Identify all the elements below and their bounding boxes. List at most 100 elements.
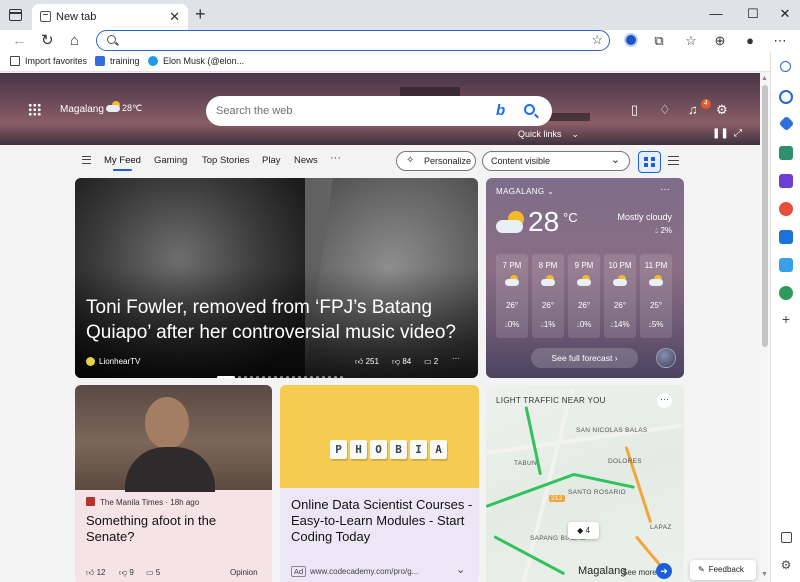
content-visibility-select[interactable]: Content visible ⌄ (482, 151, 630, 171)
quick-links-toggle[interactable]: Quick links ⌄ (518, 129, 579, 140)
tab-gaming[interactable]: Gaming (154, 155, 187, 166)
bing-chat-icon[interactable] (779, 90, 793, 104)
feedback-button[interactable]: ✎ Feedback (690, 560, 756, 580)
carousel-dot[interactable] (340, 376, 343, 378)
hero-location[interactable]: Magalang (60, 104, 104, 115)
add-favorite-icon[interactable]: ☆ (591, 32, 603, 48)
send-icon[interactable] (779, 258, 793, 272)
shopping-icon[interactable] (778, 115, 795, 132)
minimize-button[interactable]: — (708, 6, 724, 21)
carousel-dot[interactable] (280, 376, 283, 378)
card-source[interactable]: The Manila Times · 18h ago (86, 497, 199, 507)
app-launcher-icon[interactable] (28, 103, 41, 116)
favorite-import[interactable]: Import favorites (10, 56, 87, 66)
bing-icon[interactable]: b (496, 102, 505, 119)
carousel-dot[interactable] (328, 376, 331, 378)
search-placeholder[interactable]: Search the web (216, 105, 292, 117)
see-more-link[interactable]: See more (622, 568, 657, 577)
ad-expand-icon[interactable]: ⌄ (456, 563, 465, 576)
hourly-forecast-item[interactable]: 9 PM 26° 💧︎0% (568, 254, 600, 338)
drop-icon[interactable] (779, 286, 793, 300)
carousel-dot[interactable] (268, 376, 271, 378)
tab-news[interactable]: News (294, 155, 318, 166)
maximize-button[interactable]: ☐ (745, 6, 761, 22)
dislike-button[interactable]: 👎︎ 84 (392, 357, 411, 367)
tools-icon[interactable] (779, 146, 793, 160)
like-button[interactable]: 👍︎ 12 (86, 568, 106, 578)
ad-title[interactable]: Online Data Scientist Courses - Easy-to-… (291, 497, 477, 545)
back-icon[interactable]: ← (12, 32, 27, 50)
comments-button[interactable]: ▭ 5 (146, 568, 160, 577)
hourly-forecast-item[interactable]: 8 PM 26° 💧︎1% (532, 254, 564, 338)
see-full-forecast-button[interactable]: See full forecast › (531, 348, 638, 368)
web-search-box[interactable]: Search the web b (206, 96, 552, 126)
list-layout-icon[interactable] (668, 156, 679, 165)
tab-new-tab[interactable]: New tab ✕ (32, 4, 188, 30)
story-more-button[interactable]: ··· (452, 354, 460, 363)
weather-unit[interactable]: °C (563, 210, 578, 225)
carousel-dot[interactable] (274, 376, 277, 378)
carousel-dot[interactable] (244, 376, 247, 378)
tab-actions-icon[interactable] (6, 7, 24, 23)
microsoft-365-icon[interactable] (779, 202, 793, 216)
carousel-dot[interactable] (250, 376, 253, 378)
mobile-icon[interactable]: ▯ (631, 103, 638, 116)
carousel-dot[interactable] (262, 376, 265, 378)
top-story-card[interactable]: Toni Fowler, removed from ‘FPJ’s Batang … (75, 178, 478, 378)
carousel-dot[interactable] (286, 376, 289, 378)
traffic-card[interactable]: SAN NICOLAS BALAS TABUN DOLORES SANTO RO… (486, 385, 684, 582)
more-tabs-button[interactable]: ··· (330, 152, 341, 164)
favorites-icon[interactable]: ☆ (683, 33, 699, 48)
card-title[interactable]: Something afoot in the Senate? (86, 513, 266, 545)
carousel-dot[interactable] (292, 376, 295, 378)
weather-avatar-icon[interactable] (656, 348, 676, 368)
profile-icon[interactable]: ● (742, 33, 758, 48)
tab-my-feed[interactable]: My Feed (104, 155, 141, 171)
carousel-dot[interactable] (256, 376, 259, 378)
home-icon[interactable]: ⌂ (70, 32, 79, 50)
copilot-profile-icon[interactable] (624, 33, 638, 47)
arrow-right-icon[interactable]: ➜ (656, 563, 672, 579)
carousel-dot[interactable] (310, 376, 313, 378)
weather-more-button[interactable]: ··· (660, 184, 670, 195)
tab-close-icon[interactable]: ✕ (169, 9, 180, 25)
sidebar-search-icon[interactable] (780, 61, 791, 72)
menu-icon[interactable] (82, 156, 91, 164)
scroll-down-icon[interactable]: ▼ (761, 571, 768, 578)
grid-layout-icon[interactable] (638, 151, 661, 173)
page-settings-icon[interactable]: ⚙ (716, 103, 728, 116)
carousel-dot[interactable] (238, 376, 241, 378)
carousel-dot[interactable] (298, 376, 301, 378)
carousel-dot[interactable] (322, 376, 325, 378)
scroll-up-icon[interactable]: ▲ (761, 75, 768, 82)
weather-card[interactable]: MAGALANG ⌄ ··· 28 °C Mostly cloudy 💧︎ 2%… (486, 178, 684, 378)
address-bar[interactable]: ☆ (96, 30, 610, 51)
carousel-dot[interactable] (334, 376, 337, 378)
collections-icon[interactable]: ⊕ (712, 33, 728, 48)
like-button[interactable]: 👍︎ 251 (355, 357, 379, 367)
tab-top-stories[interactable]: Top Stories (202, 155, 250, 166)
notifications-icon[interactable]: ♫ (688, 103, 698, 116)
hourly-forecast-item[interactable]: 7 PM 26° 💧︎0% (496, 254, 528, 338)
ad-card[interactable]: P H O B I A Online Data Scientist Course… (280, 385, 479, 582)
personalize-button[interactable]: ✧ Personalize (396, 151, 476, 171)
hide-sidebar-icon[interactable] (781, 532, 792, 543)
carousel-dot-active[interactable] (217, 376, 235, 378)
pause-background-icon[interactable]: ❚❚ (712, 128, 729, 139)
ad-url[interactable]: www.codecademy.com/pro/g... (310, 567, 418, 576)
traffic-more-button[interactable]: ··· (657, 393, 672, 408)
favorite-training[interactable]: training (95, 56, 140, 66)
carousel-dot[interactable] (304, 376, 307, 378)
settings-more-icon[interactable]: ⋯ (772, 33, 788, 48)
traffic-map[interactable]: SAN NICOLAS BALAS TABUN DOLORES SANTO RO… (486, 385, 684, 582)
tab-play[interactable]: Play (262, 155, 280, 166)
hourly-forecast-item[interactable]: 11 PM 25° 💧︎5% (640, 254, 672, 338)
comments-button[interactable]: ▭ 2 (424, 357, 438, 366)
close-window-button[interactable]: ✕ (777, 6, 793, 22)
extensions-icon[interactable]: ⧉ (651, 33, 667, 48)
favorite-elon-musk[interactable]: Elon Musk (@elon... (148, 56, 244, 66)
new-tab-button[interactable]: + (195, 5, 206, 23)
expand-background-icon[interactable]: ⤢ (734, 128, 742, 139)
add-sidebar-icon[interactable]: + (779, 312, 793, 326)
rewards-icon[interactable]: ♢ (659, 103, 671, 116)
